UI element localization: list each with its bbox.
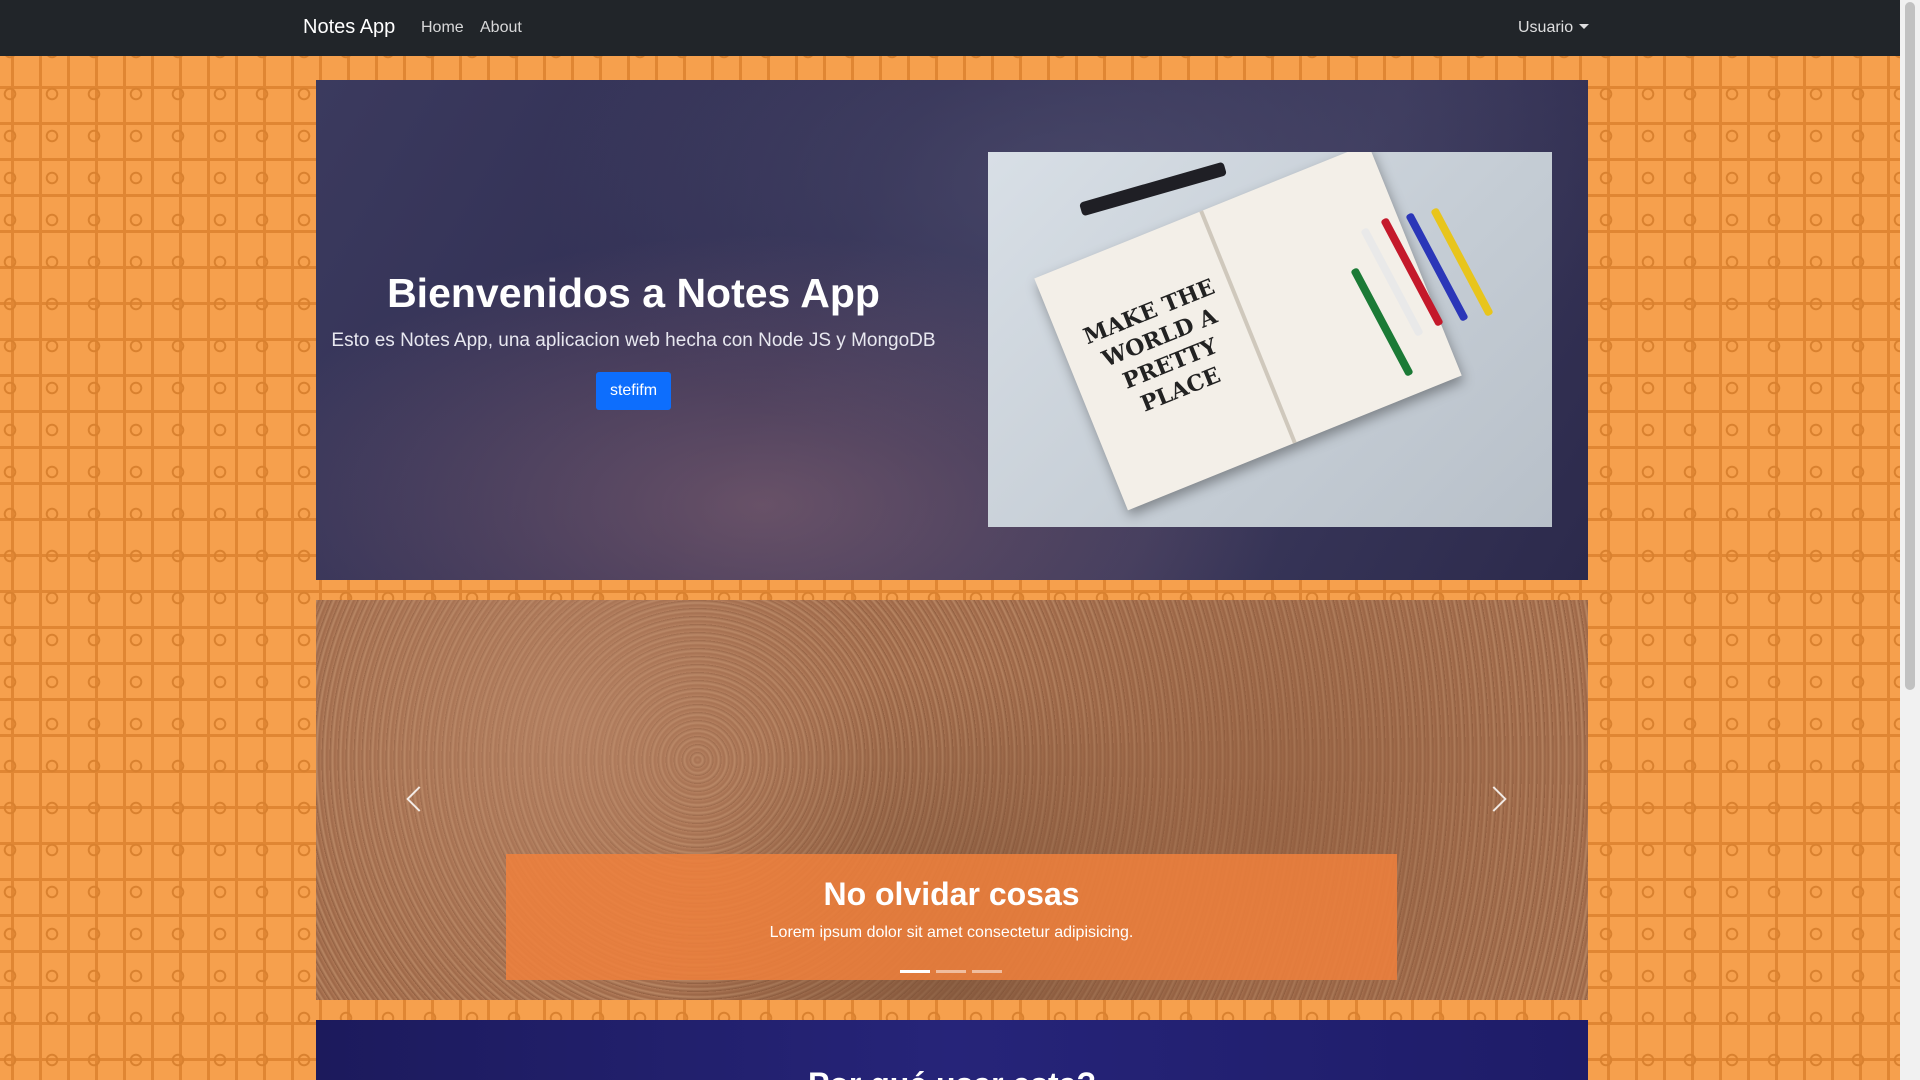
pen-graphic <box>1078 161 1228 217</box>
hero-section: Bienvenidos a Notes App Esto es Notes Ap… <box>316 80 1588 580</box>
top-navbar: Notes App Home About Usuario <box>0 0 1900 56</box>
notebook-image: MAKE THE WORLD A PRETTY PLACE <box>988 152 1552 527</box>
nav-home-link[interactable]: Home <box>421 19 464 37</box>
chevron-left-icon[interactable] <box>406 786 432 812</box>
carousel-indicators <box>900 970 1020 974</box>
nav-about-link[interactable]: About <box>480 19 522 37</box>
caption-text: Lorem ipsum dolor sit amet consectetur a… <box>769 924 1134 941</box>
brand-link[interactable]: Notes App <box>303 16 395 39</box>
hero-title: Bienvenidos a Notes App <box>387 270 880 316</box>
why-use-section: Por qué usar esta? <box>316 1020 1588 1080</box>
page-scrollbar[interactable] <box>1900 0 1920 1080</box>
carousel-caption: No olvidar cosas Lorem ipsum dolor sit a… <box>506 854 1397 980</box>
stefifm-button[interactable]: stefifm <box>596 372 671 410</box>
indicator-3[interactable] <box>972 970 1002 973</box>
caption-title: No olvidar cosas <box>823 876 1080 912</box>
chevron-right-icon[interactable] <box>1481 786 1507 812</box>
indicator-2[interactable] <box>936 970 966 973</box>
scrollbar-thumb[interactable] <box>1905 2 1915 690</box>
indicator-1[interactable] <box>900 970 930 973</box>
user-dropdown-label: Usuario <box>1518 19 1574 36</box>
hero-subtitle: Esto es Notes App, una aplicacion web he… <box>331 330 936 351</box>
feature-carousel: No olvidar cosas Lorem ipsum dolor sit a… <box>316 600 1588 1000</box>
user-dropdown[interactable]: Usuario <box>1518 19 1590 37</box>
section-title: Por qué usar esta? <box>316 1066 1588 1080</box>
caret-down-icon <box>1579 24 1590 29</box>
marker-yellow <box>1430 207 1494 317</box>
